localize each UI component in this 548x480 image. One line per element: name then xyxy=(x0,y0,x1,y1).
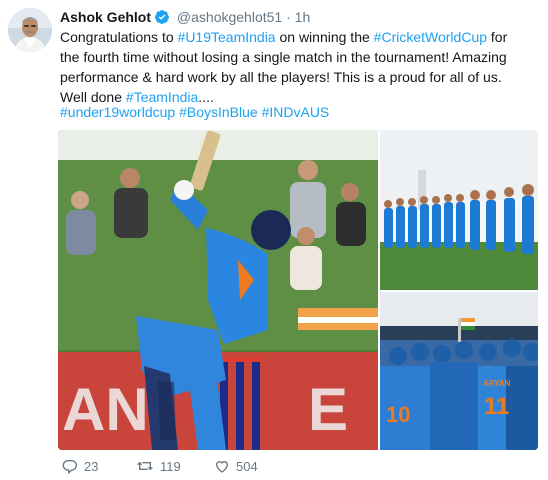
svg-text:AN: AN xyxy=(62,376,149,443)
text-part-2: on winning the xyxy=(275,29,374,45)
jersey-name: ARYAN xyxy=(483,379,511,388)
jersey-number-left: 10 xyxy=(386,402,410,427)
timestamp[interactable]: 1h xyxy=(295,9,311,25)
reply-count: 23 xyxy=(84,459,99,474)
media-grid: AN E 10 ARYAN 11 xyxy=(58,130,538,450)
like-icon xyxy=(215,461,229,473)
author-handle[interactable]: @ashokgehlot51 xyxy=(177,9,282,25)
verified-badge-icon xyxy=(154,9,170,29)
hashtags[interactable]: #under19worldcup #BoysInBlue #INDvAUS xyxy=(60,104,329,120)
tweet-header: Ashok Gehlot @ashokgehlot51 · 1h xyxy=(60,8,310,26)
separator-dot: · xyxy=(286,9,291,25)
reply-icon xyxy=(62,460,77,475)
reply-button[interactable]: 23 xyxy=(62,458,98,476)
retweet-icon xyxy=(137,461,153,471)
author-name[interactable]: Ashok Gehlot xyxy=(60,9,151,25)
tweet-text: Congratulations to #U19TeamIndia on winn… xyxy=(60,27,530,107)
avatar[interactable] xyxy=(8,8,52,52)
like-button[interactable]: 504 xyxy=(214,458,258,476)
svg-text:E: E xyxy=(308,376,348,443)
retweet-button[interactable]: 119 xyxy=(136,458,181,476)
hashtag-u19teamindia[interactable]: #U19TeamIndia xyxy=(178,29,276,45)
like-count: 504 xyxy=(236,459,258,474)
photo-team-huddle[interactable]: 10 ARYAN 11 xyxy=(380,292,538,450)
photo-team-lineup[interactable] xyxy=(380,130,538,290)
tweet-card: Ashok Gehlot @ashokgehlot51 · 1h Congrat… xyxy=(0,0,548,480)
retweet-count: 119 xyxy=(160,459,181,474)
avatar-image xyxy=(8,8,52,52)
photo-batsman[interactable]: AN E xyxy=(58,130,378,450)
hashtags-line: #under19worldcup #BoysInBlue #INDvAUS xyxy=(60,102,329,122)
hashtag-cricketworldcup[interactable]: #CricketWorldCup xyxy=(374,29,487,45)
jersey-number-right: 11 xyxy=(484,393,509,420)
text-part-1: Congratulations to xyxy=(60,29,178,45)
